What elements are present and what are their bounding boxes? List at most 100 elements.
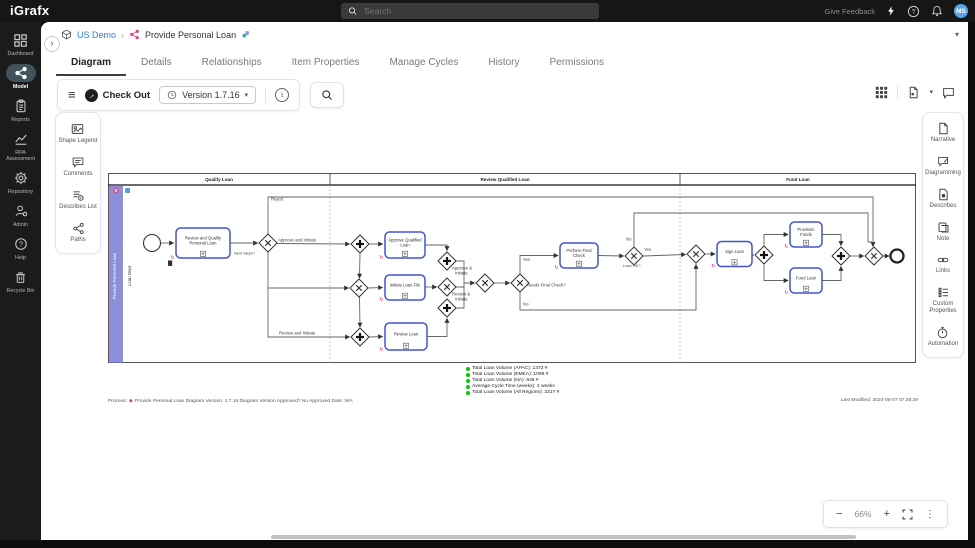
lightning-icon[interactable]: [886, 5, 896, 17]
reports-icon: [16, 99, 25, 113]
tab-item-properties[interactable]: Item Properties: [277, 50, 375, 76]
chevron-down-icon: ▾: [244, 92, 249, 99]
fullscreen-icon[interactable]: [902, 508, 913, 520]
comments-button[interactable]: Comments: [63, 156, 93, 178]
svg-text:Review Qualified Loan: Review Qualified Loan: [480, 177, 529, 182]
custom-properties-icon: [938, 287, 948, 298]
automation-button[interactable]: Automation: [928, 326, 958, 348]
rpa-chart-icon: [14, 134, 27, 145]
tab-history[interactable]: History: [473, 50, 534, 76]
diagramming-icon: [937, 156, 948, 167]
process-status-text: Process: ◆ Provide Personal Loan Diagram V…: [108, 398, 353, 404]
chevron-down-icon[interactable]: ▾: [929, 88, 933, 96]
process-share-icon: [130, 29, 139, 40]
help-icon[interactable]: ?: [907, 5, 920, 18]
diagram-canvas[interactable]: Qualify Loan Review Qualified Loan Fund Lo…: [108, 173, 916, 363]
app-sidebar: Dashboard Model Reports RPA Assessment R…: [0, 22, 41, 540]
export-document-icon[interactable]: [907, 86, 920, 99]
sidebar-item-recycle-bin[interactable]: Recycle Bin: [0, 268, 41, 294]
svg-text:Reject: Reject: [271, 197, 284, 202]
shape-legend-icon: [72, 124, 84, 134]
zoom-out-button[interactable]: −: [836, 508, 842, 520]
diagram-status-bar: Process: ◆ Provide Personal Loan Diagram V…: [108, 398, 918, 404]
menu-icon[interactable]: ≡: [68, 88, 76, 101]
note-button[interactable]: Note: [937, 221, 950, 243]
kpi-dot-icon: [466, 379, 470, 383]
sidebar-item-model[interactable]: Model: [0, 64, 41, 90]
process-diamond-icon: ◆: [129, 398, 133, 404]
svg-text:Qualify Loan: Qualify Loan: [205, 177, 233, 182]
more-options-icon[interactable]: ⋮: [925, 509, 935, 520]
describes-button[interactable]: Describes: [930, 188, 956, 210]
gear-icon: [14, 171, 27, 185]
svg-text:Funds: Funds: [800, 232, 812, 237]
custom-properties-button[interactable]: Custom Properties: [923, 286, 963, 315]
breadcrumb: US Demo › Provide Personal Loan: [61, 29, 250, 40]
zoom-in-button[interactable]: +: [884, 508, 890, 520]
sidebar-item-admin[interactable]: Admin: [0, 202, 41, 228]
kpi-dot-icon: [466, 385, 470, 389]
info-icon[interactable]: i: [275, 88, 290, 102]
svg-text:Yes: Yes: [523, 257, 530, 262]
svg-text:↻: ↻: [784, 290, 788, 296]
version-dropdown[interactable]: Version 1.7.16 ▾: [159, 86, 257, 104]
diagram-search-button[interactable]: [310, 82, 345, 108]
tab-details[interactable]: Details: [126, 50, 187, 76]
admin-user-icon: [15, 205, 27, 217]
diagramming-button[interactable]: Diagramming: [925, 155, 961, 177]
left-tool-palette: Shape Legend Comments Describes List Pat…: [55, 112, 101, 254]
svg-text:Sign Loan: Sign Loan: [725, 249, 745, 254]
global-search[interactable]: [341, 3, 599, 19]
sidebar-item-dashboard[interactable]: Dashboard: [0, 31, 41, 57]
kpi-legend: Total Loan Volume (APAC): 1372 # Total Lo…: [466, 366, 559, 396]
shape-legend-button[interactable]: Shape Legend: [58, 122, 98, 145]
model-share-icon: [14, 66, 27, 80]
tab-manage-cycles[interactable]: Manage Cycles: [374, 50, 473, 76]
kpi-dot-icon: [466, 391, 470, 395]
sidebar-item-reports[interactable]: Reports: [0, 97, 41, 123]
svg-text:Initiate: Initiate: [455, 271, 468, 276]
kpi-item: Total Loan Volume (All Regions): 3317 #: [466, 390, 559, 396]
tab-bar: Diagram Details Relationships Item Prope…: [56, 50, 619, 76]
svg-text:Needs Final Check?: Needs Final Check?: [527, 283, 566, 288]
horizontal-scrollbar[interactable]: [271, 535, 856, 539]
bpmn-diagram[interactable]: Qualify Loan Review Qualified Loan Fund Lo…: [108, 173, 916, 363]
paths-icon: [72, 222, 84, 235]
give-feedback-link[interactable]: Give Feedback: [825, 7, 875, 16]
comment-bubble-icon[interactable]: [942, 86, 955, 99]
tab-relationships[interactable]: Relationships: [187, 50, 277, 76]
kpi-dot-icon: [466, 367, 470, 371]
last-modified-text: Last Modified: 2024-05-07 07:26:29: [840, 398, 918, 403]
svg-text:Approve and Initiate: Approve and Initiate: [278, 238, 317, 243]
version-stamp-icon: [242, 31, 249, 38]
check-out-button[interactable]: → Check Out: [84, 88, 150, 102]
notifications-bell-icon[interactable]: [931, 5, 943, 17]
check-out-icon: →: [84, 88, 98, 102]
help-circle-icon: ?: [14, 238, 27, 250]
chevron-down-icon[interactable]: ▾: [955, 30, 959, 39]
right-tool-palette: Narrative Diagramming Describes Note Lin…: [922, 112, 964, 358]
describes-list-icon: [73, 191, 84, 201]
search-input[interactable]: [362, 5, 592, 17]
kpi-dot-icon: [466, 373, 470, 377]
tab-permissions[interactable]: Permissions: [535, 50, 619, 76]
svg-text:Next Steps?: Next Steps?: [234, 251, 256, 256]
narrative-button[interactable]: Narrative: [931, 122, 955, 144]
svg-text:?: ?: [19, 242, 23, 249]
sidebar-item-repository[interactable]: Repository: [0, 169, 41, 195]
user-avatar[interactable]: MS: [954, 4, 968, 18]
top-app-bar: iGrafx Give Feedback ? MS: [0, 0, 975, 22]
grid-view-icon[interactable]: [875, 86, 888, 99]
breadcrumb-root[interactable]: US Demo: [77, 30, 116, 40]
svg-text:Fund Loan: Fund Loan: [786, 177, 810, 182]
svg-text:Initiate Loan File: Initiate Loan File: [390, 283, 421, 288]
describes-list-button[interactable]: Describes List: [59, 189, 97, 211]
sidebar-item-rpa-assessment[interactable]: RPA Assessment: [0, 130, 41, 162]
svg-text:↻: ↻: [711, 264, 715, 270]
sidebar-item-help[interactable]: ? Help: [0, 235, 41, 261]
links-button[interactable]: Links: [936, 254, 950, 275]
paths-button[interactable]: Paths: [70, 222, 86, 244]
svg-text:↻: ↻: [554, 265, 558, 271]
tab-diagram[interactable]: Diagram: [56, 50, 127, 76]
svg-text:Loan Dept: Loan Dept: [127, 265, 132, 286]
